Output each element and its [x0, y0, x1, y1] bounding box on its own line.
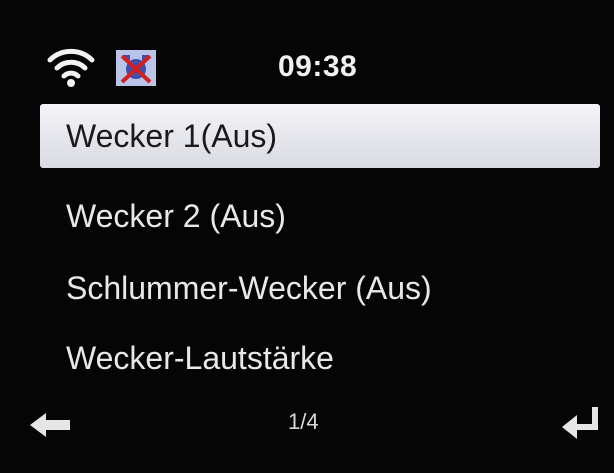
clock: 09:38 [278, 50, 358, 83]
status-bar: 09:38 [0, 0, 614, 100]
back-arrow-icon[interactable] [30, 413, 72, 437]
menu-item-schlummer-wecker[interactable]: Schlummer-Wecker (Aus) [40, 256, 600, 320]
page-indicator: 1/4 [288, 409, 319, 434]
menu-item-wecker-2[interactable]: Wecker 2 (Aus) [40, 184, 600, 248]
radio-display: 09:38 Wecker 1(Aus) Wecker 2 (Aus) Schlu… [0, 0, 614, 473]
menu-item-wecker-lautstaerke[interactable]: Wecker-Lautstärke [40, 326, 600, 390]
menu-item-wecker-1[interactable]: Wecker 1(Aus) [40, 104, 600, 168]
enter-icon[interactable] [562, 405, 602, 441]
wifi-icon [47, 48, 95, 87]
alarm-off-icon [116, 50, 156, 86]
footer-bar: 1/4 [0, 395, 614, 455]
